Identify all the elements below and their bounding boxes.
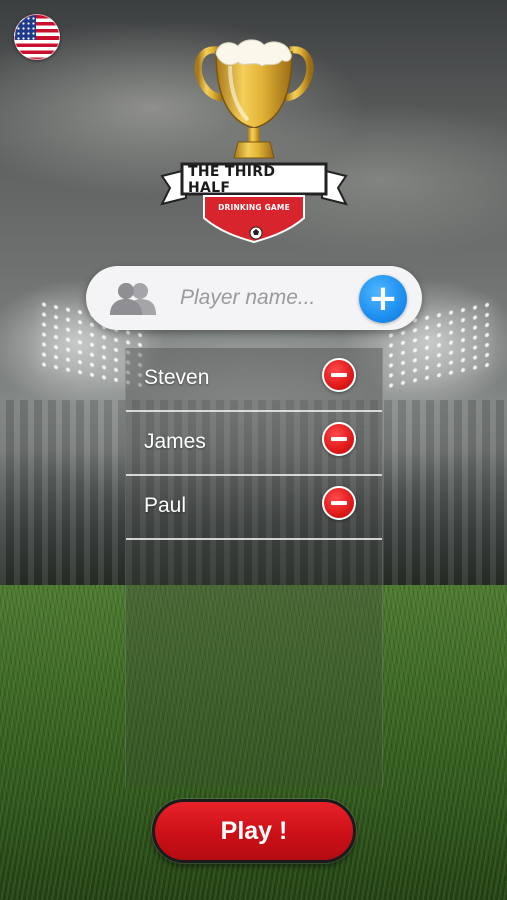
minus-icon — [331, 501, 347, 505]
remove-player-button[interactable] — [322, 358, 356, 392]
play-button[interactable]: Play ! — [152, 799, 356, 863]
player-name: Steven — [144, 366, 210, 389]
list-item: Paul — [126, 476, 382, 540]
people-icon — [110, 283, 156, 315]
player-name: James — [144, 430, 206, 453]
us-flag-icon[interactable] — [14, 14, 60, 60]
logo-title: THE THIRD HALF — [188, 164, 276, 196]
trophy-icon — [160, 39, 348, 244]
player-input-bar: + — [86, 266, 422, 330]
logo-subtitle: DRINKING GAME — [218, 202, 290, 212]
minus-icon — [331, 373, 347, 377]
list-item: James — [126, 412, 382, 476]
player-name: Paul — [144, 494, 187, 517]
remove-player-button[interactable] — [322, 422, 356, 456]
list-item: Steven — [126, 348, 382, 412]
app-logo: THE THIRD HALF DRINKING GAME — [158, 36, 350, 246]
add-player-button[interactable]: + — [359, 275, 407, 323]
player-name-input[interactable] — [180, 282, 350, 314]
flag-canton — [15, 15, 36, 40]
remove-player-button[interactable] — [322, 486, 356, 520]
plus-icon: + — [367, 278, 399, 319]
player-list: Steven James Paul — [125, 348, 383, 788]
minus-icon — [331, 437, 347, 441]
